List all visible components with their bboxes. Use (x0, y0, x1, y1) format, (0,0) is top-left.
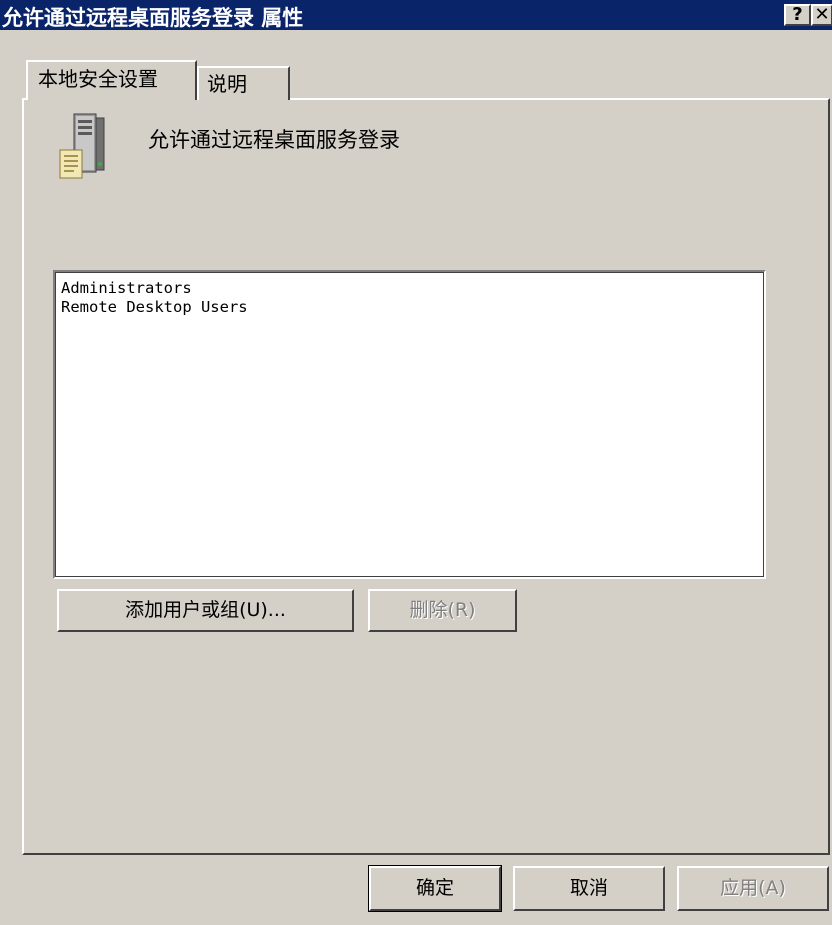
apply-button[interactable]: 应用(A) (677, 866, 829, 911)
tab-local-security-setting[interactable]: 本地安全设置 (26, 60, 197, 100)
ok-button[interactable]: 确定 (368, 865, 502, 912)
members-list[interactable]: Administrators Remote Desktop Users (53, 270, 766, 579)
help-button[interactable]: ? (784, 4, 811, 26)
policy-heading: 允许通过远程桌面服务登录 (148, 128, 400, 152)
add-user-or-group-button[interactable]: 添加用户或组(U)... (57, 589, 354, 632)
window-title: 允许通过远程桌面服务登录 属性 (2, 6, 304, 30)
tab-panel-local-security: 允许通过远程桌面服务登录 Administrators Remote Deskt… (22, 98, 830, 855)
list-item[interactable]: Administrators (61, 279, 758, 298)
title-bar[interactable]: 允许通过远程桌面服务登录 属性 ? ✕ (0, 0, 832, 30)
remove-button[interactable]: 删除(R) (368, 589, 517, 632)
server-policy-icon (54, 110, 118, 190)
list-item[interactable]: Remote Desktop Users (61, 298, 758, 317)
close-button[interactable]: ✕ (811, 4, 832, 26)
tab-explain[interactable]: 说明 (197, 66, 290, 100)
cancel-button[interactable]: 取消 (513, 866, 665, 911)
